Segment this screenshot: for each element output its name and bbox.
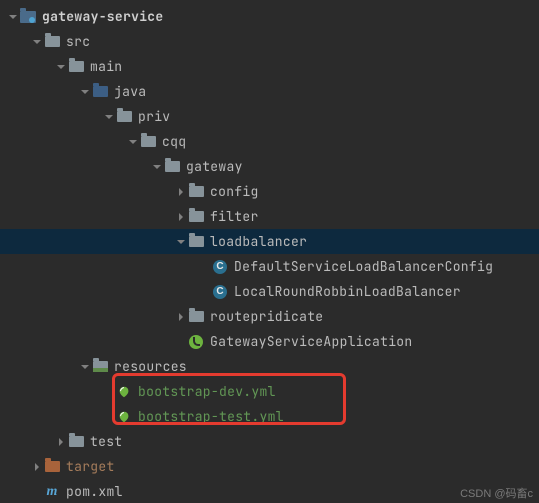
tree-row-spring-app[interactable]: GatewayServiceApplication bbox=[0, 329, 539, 354]
package-label: priv bbox=[138, 108, 170, 125]
tree-row[interactable]: main bbox=[0, 54, 539, 79]
chevron-right-icon[interactable] bbox=[174, 210, 188, 224]
tree-row[interactable]: cqq bbox=[0, 129, 539, 154]
tree-row[interactable]: config bbox=[0, 179, 539, 204]
class-label: DefaultServiceLoadBalancerConfig bbox=[234, 258, 493, 275]
class-label: GatewayServiceApplication bbox=[210, 333, 413, 350]
package-label: filter bbox=[210, 208, 259, 225]
tree-row-selected[interactable]: loadbalancer bbox=[0, 229, 539, 254]
chevron-right-icon[interactable] bbox=[30, 460, 44, 474]
project-tree: gateway-service src main java priv cqq bbox=[0, 0, 539, 503]
module-label: gateway-service bbox=[42, 8, 164, 25]
tree-row-file[interactable]: bootstrap-dev.yml bbox=[0, 379, 539, 404]
folder-label: target bbox=[66, 458, 115, 475]
tree-row[interactable]: gateway bbox=[0, 154, 539, 179]
chevron-down-icon[interactable] bbox=[78, 360, 92, 374]
folder-label: test bbox=[90, 433, 122, 450]
package-label: routepridicate bbox=[210, 308, 323, 325]
file-label: bootstrap-dev.yml bbox=[138, 383, 276, 400]
folder-label: src bbox=[66, 33, 90, 50]
maven-icon: m bbox=[44, 484, 60, 500]
package-icon bbox=[116, 109, 132, 125]
package-icon bbox=[140, 134, 156, 150]
package-icon bbox=[188, 309, 204, 325]
yml-spring-icon bbox=[116, 409, 132, 425]
class-label: LocalRoundRobbinLoadBalancer bbox=[234, 283, 461, 300]
chevron-right-icon[interactable] bbox=[54, 435, 68, 449]
tree-row[interactable]: resources bbox=[0, 354, 539, 379]
package-icon bbox=[188, 209, 204, 225]
chevron-down-icon[interactable] bbox=[126, 135, 140, 149]
tree-row-class[interactable]: C DefaultServiceLoadBalancerConfig bbox=[0, 254, 539, 279]
chevron-down-icon[interactable] bbox=[30, 35, 44, 49]
spring-boot-icon bbox=[188, 334, 204, 350]
tree-row[interactable]: src bbox=[0, 29, 539, 54]
tree-row-class[interactable]: C LocalRoundRobbinLoadBalancer bbox=[0, 279, 539, 304]
folder-label: resources bbox=[114, 358, 187, 375]
tree-row[interactable]: filter bbox=[0, 204, 539, 229]
target-folder-icon bbox=[44, 459, 60, 475]
package-icon bbox=[164, 159, 180, 175]
package-label: cqq bbox=[162, 133, 186, 150]
resources-folder-icon bbox=[92, 359, 108, 375]
folder-label: main bbox=[90, 58, 122, 75]
package-icon bbox=[188, 234, 204, 250]
tree-row-module[interactable]: gateway-service bbox=[0, 4, 539, 29]
source-folder-icon bbox=[92, 84, 108, 100]
package-icon bbox=[188, 184, 204, 200]
chevron-right-icon[interactable] bbox=[174, 310, 188, 324]
chevron-down-icon[interactable] bbox=[174, 235, 188, 249]
chevron-down-icon[interactable] bbox=[54, 60, 68, 74]
package-label: loadbalancer bbox=[210, 233, 307, 250]
file-label: pom.xml bbox=[66, 483, 123, 500]
tree-row[interactable]: routepridicate bbox=[0, 304, 539, 329]
folder-icon bbox=[44, 34, 60, 50]
tree-row-file[interactable]: bootstrap-test.yml bbox=[0, 404, 539, 429]
package-label: gateway bbox=[186, 158, 243, 175]
watermark: CSDN @码畜c bbox=[460, 485, 533, 501]
package-label: config bbox=[210, 183, 259, 200]
tree-row[interactable]: test bbox=[0, 429, 539, 454]
chevron-down-icon[interactable] bbox=[78, 85, 92, 99]
class-icon: C bbox=[212, 284, 228, 300]
chevron-right-icon[interactable] bbox=[174, 185, 188, 199]
tree-row[interactable]: target bbox=[0, 454, 539, 479]
chevron-down-icon[interactable] bbox=[150, 160, 164, 174]
folder-icon bbox=[68, 434, 84, 450]
chevron-down-icon[interactable] bbox=[102, 110, 116, 124]
module-folder-icon bbox=[20, 9, 36, 25]
folder-label: java bbox=[114, 83, 146, 100]
tree-row[interactable]: java bbox=[0, 79, 539, 104]
chevron-down-icon[interactable] bbox=[6, 10, 20, 24]
folder-icon bbox=[68, 59, 84, 75]
yml-spring-icon bbox=[116, 384, 132, 400]
class-icon: C bbox=[212, 259, 228, 275]
file-label: bootstrap-test.yml bbox=[138, 408, 284, 425]
tree-row-file[interactable]: m pom.xml bbox=[0, 479, 539, 503]
tree-row[interactable]: priv bbox=[0, 104, 539, 129]
